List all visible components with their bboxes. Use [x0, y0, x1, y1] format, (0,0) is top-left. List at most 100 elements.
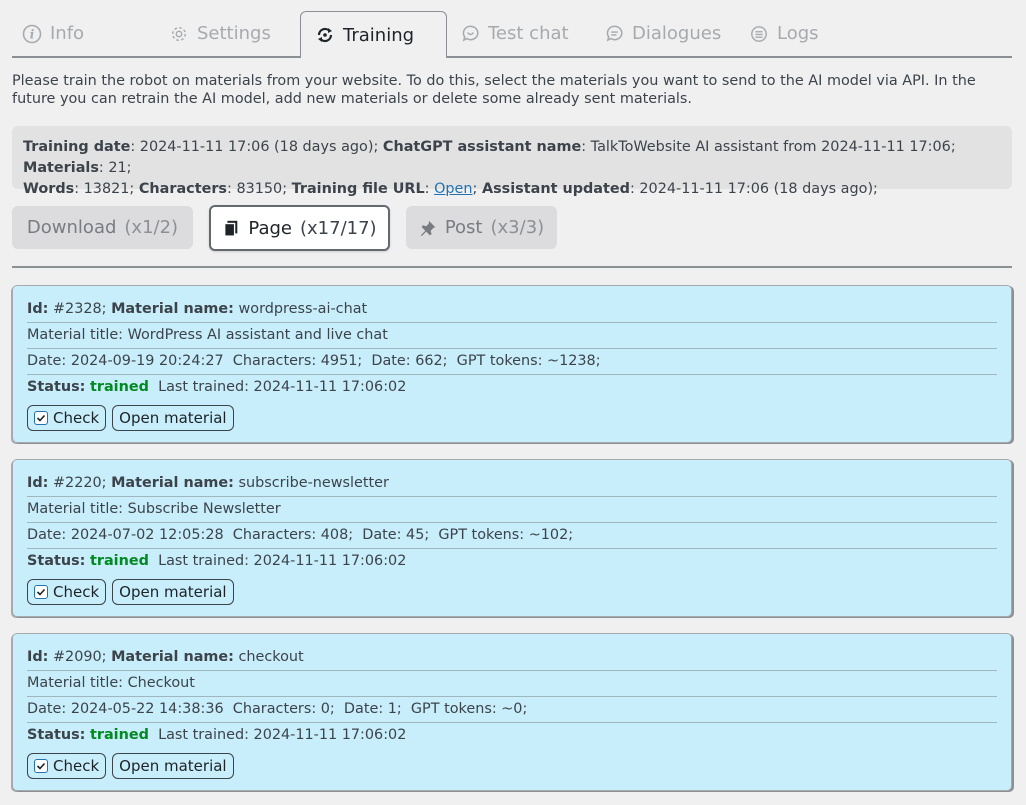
status-label: Status:	[27, 553, 86, 569]
svg-text:i: i	[30, 27, 35, 41]
pin-icon	[419, 219, 437, 237]
material-actions: Check Open material	[27, 753, 997, 779]
status-badge: trained	[89, 727, 149, 743]
tab-info[interactable]: i Info	[22, 11, 84, 56]
check-button[interactable]: Check	[27, 405, 107, 431]
status-label: Status:	[27, 727, 86, 743]
material-actions: Check Open material	[27, 405, 997, 431]
materials-value: : 21;	[98, 160, 132, 176]
material-meta: Date: 2024-05-22 14:38:36 Characters: 0;…	[27, 697, 997, 723]
material-actions: Check Open material	[27, 579, 997, 605]
chat-bubble-icon	[460, 24, 480, 44]
materials-label: Materials	[23, 160, 99, 176]
checkbox[interactable]	[34, 759, 48, 773]
tab-test-chat[interactable]: Test chat	[460, 11, 569, 56]
tab-label: Training	[343, 24, 415, 46]
assistant-name-label: ChatGPT assistant name	[382, 139, 582, 155]
last-trained: Last trained: 2024-11-11 17:06:02	[158, 553, 407, 569]
words-label: Words	[23, 181, 75, 197]
download-button[interactable]: Download (x1/2)	[12, 206, 193, 249]
tab-label: Info	[50, 23, 85, 44]
open-material-button[interactable]: Open material	[112, 579, 234, 605]
material-id: #2328;	[48, 301, 112, 317]
open-material-button[interactable]: Open material	[112, 753, 234, 779]
words-value: : 13821;	[74, 181, 139, 197]
material-status-row: Status: trained Last trained: 2024-11-11…	[27, 375, 997, 400]
post-count: (x3/3)	[490, 217, 545, 238]
tab-dialogues[interactable]: Dialogues	[604, 11, 721, 56]
training-file-url-sep: :	[424, 181, 435, 197]
material-card: Id: #2328; Material name: wordpress-ai-c…	[12, 285, 1012, 443]
material-title: Material title: Subscribe Newsletter	[27, 497, 997, 523]
material-status-row: Status: trained Last trained: 2024-11-11…	[27, 723, 997, 748]
check-label: Check	[53, 757, 100, 775]
id-label: Id:	[27, 301, 49, 317]
training-file-url-end: ;	[472, 181, 482, 197]
tab-logs[interactable]: Logs	[749, 11, 819, 56]
tab-bar: i Info Settings Training Test chat Dialo…	[12, 11, 1012, 58]
check-label: Check	[53, 583, 100, 601]
material-name: wordpress-ai-chat	[233, 301, 368, 317]
material-name-label: Material name:	[111, 475, 234, 491]
last-trained: Last trained: 2024-11-11 17:06:02	[158, 727, 407, 743]
training-date-value: : 2024-11-11 17:06 (18 days ago);	[130, 139, 383, 155]
material-name: checkout	[233, 649, 304, 665]
id-label: Id:	[27, 475, 49, 491]
material-name-label: Material name:	[111, 301, 234, 317]
material-id-row: Id: #2090; Material name: checkout	[27, 645, 997, 671]
post-button[interactable]: Post (x3/3)	[406, 206, 557, 249]
tab-label: Test chat	[488, 23, 569, 44]
page-label: Page	[248, 217, 292, 239]
check-label: Check	[53, 409, 100, 427]
material-title: Material title: Checkout	[27, 671, 997, 697]
material-name-label: Material name:	[111, 649, 234, 665]
logs-icon	[749, 24, 769, 44]
assistant-name-value: : TalkToWebsite AI assistant from 2024-1…	[581, 139, 956, 155]
tab-settings[interactable]: Settings	[169, 11, 271, 56]
check-button[interactable]: Check	[27, 753, 107, 779]
training-date-label: Training date	[23, 139, 131, 155]
material-status-row: Status: trained Last trained: 2024-11-11…	[27, 549, 997, 574]
training-icon	[315, 25, 335, 45]
intro-text: Please train the robot on materials from…	[12, 73, 976, 107]
material-id: #2220;	[48, 475, 112, 491]
checkbox[interactable]	[34, 585, 48, 599]
material-id-row: Id: #2220; Material name: subscribe-news…	[27, 471, 997, 497]
status-label: Status:	[27, 379, 86, 395]
material-card: Id: #2090; Material name: checkout Mater…	[12, 633, 1012, 791]
page-button[interactable]: Page (x17/17)	[209, 205, 390, 251]
assistant-updated-value: : 2024-11-11 17:06 (18 days ago);	[629, 181, 878, 197]
open-material-button[interactable]: Open material	[112, 405, 234, 431]
material-id-row: Id: #2328; Material name: wordpress-ai-c…	[27, 297, 997, 323]
divider	[12, 266, 1012, 268]
dialogues-icon	[604, 24, 624, 44]
material-meta: Date: 2024-09-19 20:24:27 Characters: 49…	[27, 349, 997, 375]
training-file-open-link[interactable]: Open	[434, 181, 472, 197]
training-info-box: Training date: 2024-11-11 17:06 (18 days…	[12, 126, 1012, 197]
tab-label: Dialogues	[632, 23, 722, 44]
page-icon	[222, 219, 240, 237]
download-count: (x1/2)	[124, 217, 179, 238]
id-label: Id:	[27, 649, 49, 665]
material-name: subscribe-newsletter	[233, 475, 389, 491]
checkbox[interactable]	[34, 411, 48, 425]
material-id: #2090;	[48, 649, 112, 665]
page-count: (x17/17)	[300, 217, 377, 239]
assistant-updated-label: Assistant updated	[481, 181, 630, 197]
tab-training[interactable]: Training	[300, 11, 447, 58]
download-label: Download	[26, 217, 117, 238]
material-card: Id: #2220; Material name: subscribe-news…	[12, 459, 1012, 617]
post-label: Post	[444, 217, 483, 238]
tab-label: Logs	[777, 23, 819, 44]
gear-icon	[169, 24, 189, 44]
status-badge: trained	[89, 379, 149, 395]
check-button[interactable]: Check	[27, 579, 107, 605]
characters-value: : 83150;	[227, 181, 292, 197]
status-badge: trained	[89, 553, 149, 569]
training-file-url-label: Training file URL	[291, 181, 425, 197]
characters-label: Characters	[138, 181, 228, 197]
material-title: Material title: WordPress AI assistant a…	[27, 323, 997, 349]
tab-label: Settings	[197, 23, 271, 44]
info-icon: i	[22, 24, 42, 44]
material-meta: Date: 2024-07-02 12:05:28 Characters: 40…	[27, 523, 997, 549]
